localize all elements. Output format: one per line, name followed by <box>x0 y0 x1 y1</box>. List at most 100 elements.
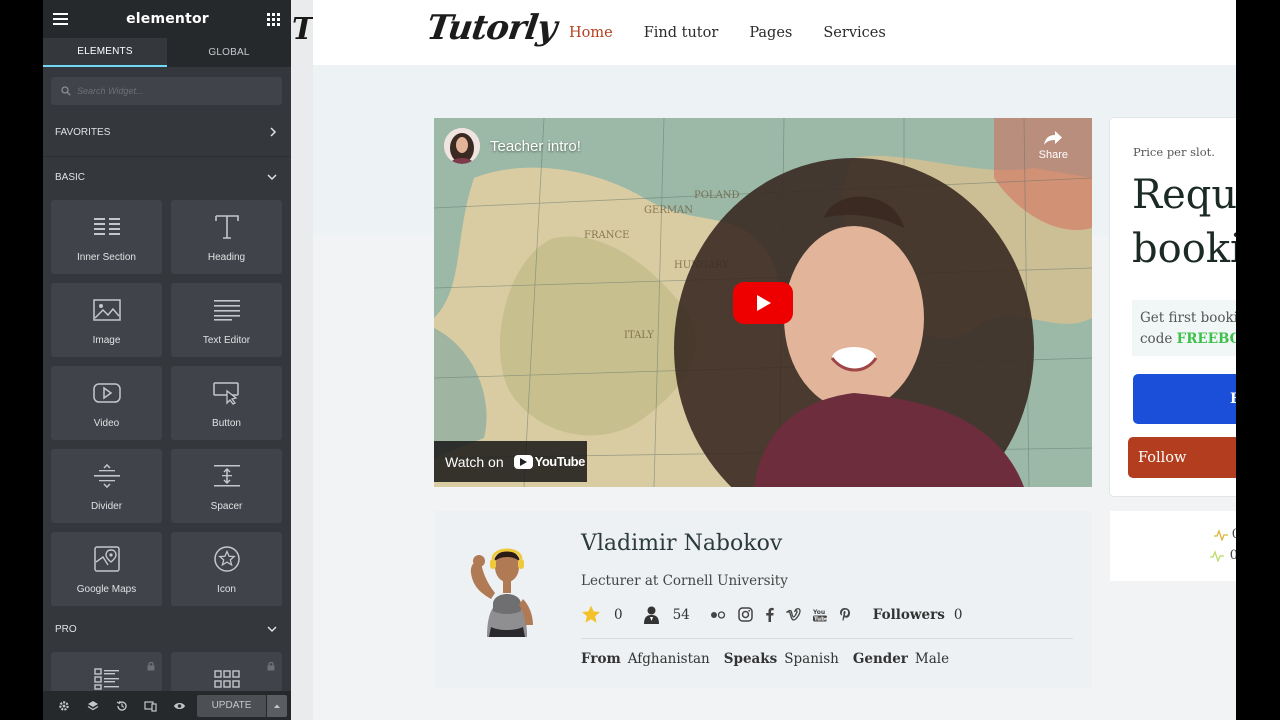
widget-label: Google Maps <box>76 584 137 595</box>
section-favorites[interactable]: FAVORITES <box>43 121 291 143</box>
logo-ghost: T <box>292 12 315 47</box>
widget-image[interactable]: Image <box>51 283 162 357</box>
apps-grid-icon[interactable] <box>266 12 280 26</box>
tutor-name[interactable]: Vladimir Nabokov <box>581 531 782 556</box>
video-icon <box>92 379 121 407</box>
preview-eye-icon[interactable] <box>165 691 194 720</box>
svg-text:ITALY: ITALY <box>624 330 654 341</box>
share-icon <box>1044 131 1063 145</box>
google-maps-icon <box>93 545 121 573</box>
nav-item-find-tutor[interactable]: Find tutor <box>644 25 719 41</box>
svg-text:Tube: Tube <box>814 616 827 622</box>
widget-label: Heading <box>207 252 246 263</box>
menu-icon[interactable] <box>53 13 68 25</box>
tab-global[interactable]: GLOBAL <box>167 38 291 67</box>
section-basic[interactable]: BASIC <box>43 166 291 188</box>
youtube-logo: YouTube <box>513 454 586 469</box>
youtube-icon <box>513 454 533 469</box>
pinterest-icon[interactable] <box>839 607 851 622</box>
svg-text:You: You <box>813 609 825 616</box>
section-pro[interactable]: PRO <box>43 618 291 640</box>
booking-title-line: booki <box>1132 226 1236 272</box>
layers-icon[interactable] <box>78 691 107 720</box>
nav-item-services[interactable]: Services <box>823 25 885 41</box>
posts-icon <box>93 665 121 692</box>
booking-title-line: Reque <box>1132 172 1236 218</box>
widget-spacer[interactable]: Spacer <box>171 449 282 523</box>
gender-label: Gender <box>852 651 908 667</box>
speaks-label: Speaks <box>723 651 778 667</box>
widget-pro-gallery[interactable] <box>171 652 282 692</box>
widget-pro-posts[interactable] <box>51 652 162 692</box>
profile-divider <box>581 638 1073 639</box>
play-button[interactable] <box>733 282 793 324</box>
tutor-stats: 0 54 You Tube Followers 0 <box>581 605 962 624</box>
watch-label: Watch on <box>445 453 504 470</box>
widget-google-maps[interactable]: Google Maps <box>51 532 162 606</box>
nav-item-home[interactable]: Home <box>569 25 613 41</box>
promo-text: Get first bookir <box>1140 310 1236 326</box>
book-button[interactable]: B <box>1133 374 1236 424</box>
image-icon <box>92 296 121 324</box>
site-logo[interactable]: Tutorly <box>424 8 558 48</box>
youtube-icon[interactable]: You Tube <box>812 608 827 622</box>
panel-title: elementor <box>126 11 209 27</box>
share-button[interactable]: Share <box>1039 130 1068 161</box>
chevron-down-icon <box>267 174 277 181</box>
vimeo-icon[interactable] <box>785 608 801 621</box>
widget-divider[interactable]: Divider <box>51 449 162 523</box>
speaks-value: Spanish <box>784 651 839 667</box>
widget-text-editor[interactable]: Text Editor <box>171 283 282 357</box>
settings-icon[interactable] <box>49 691 78 720</box>
svg-text:GERMAN: GERMAN <box>644 205 693 216</box>
nav-item-pages[interactable]: Pages <box>749 25 792 41</box>
widget-icon[interactable]: Icon <box>171 532 282 606</box>
widget-label: Text Editor <box>202 335 251 346</box>
search-input[interactable] <box>77 86 257 96</box>
star-icon <box>582 605 600 623</box>
play-icon <box>757 295 771 311</box>
widget-video[interactable]: Video <box>51 366 162 440</box>
widget-label: Video <box>93 418 120 429</box>
flickr-icon[interactable] <box>710 610 726 619</box>
widget-inner-section[interactable]: Inner Section <box>51 200 162 274</box>
lock-icon <box>146 658 156 671</box>
promo-prefix: code <box>1140 331 1177 347</box>
update-button[interactable]: UPDATE <box>197 694 266 717</box>
responsive-icon[interactable] <box>136 691 165 720</box>
activity-icon <box>1209 549 1224 562</box>
widget-button[interactable]: Button <box>171 366 282 440</box>
widget-label: Spacer <box>210 501 243 512</box>
youtube-wordmark: YouTube <box>534 454 586 469</box>
heading-icon <box>213 213 241 241</box>
history-icon[interactable] <box>107 691 136 720</box>
widget-heading[interactable]: Heading <box>171 200 282 274</box>
widget-search[interactable] <box>51 77 282 105</box>
gender-value: Male <box>914 651 950 667</box>
section-label: FAVORITES <box>55 126 111 138</box>
side-stats-card: 0 0 <box>1110 511 1236 581</box>
tab-elements[interactable]: ELEMENTS <box>43 38 167 67</box>
stat-row: 0 <box>1213 527 1236 542</box>
text-editor-icon <box>213 296 241 324</box>
video-embed[interactable]: FRANCEGERMANHUNGARYPOLANDITALY Teacher i… <box>434 118 1092 487</box>
panel-header: elementor <box>43 0 291 38</box>
followers-label: Followers <box>872 606 945 623</box>
follow-button[interactable]: Follow <box>1128 437 1236 478</box>
chevron-down-icon <box>267 626 277 633</box>
tutor-photo[interactable] <box>463 533 551 637</box>
facebook-icon[interactable] <box>765 607 774 622</box>
video-title[interactable]: Teacher intro! <box>490 138 581 155</box>
promo-box: Get first bookir code FREEBOO <box>1132 300 1236 356</box>
from-label: From <box>581 651 621 667</box>
from-value: Afghanistan <box>627 651 710 667</box>
caret-up-icon[interactable] <box>267 694 287 717</box>
main-nav: Home Find tutor Pages Services <box>569 0 917 65</box>
booking-card: Price per slot. Reque booki Get first bo… <box>1109 117 1236 497</box>
lock-icon <box>266 658 276 671</box>
section-label: BASIC <box>55 171 86 183</box>
channel-avatar[interactable] <box>444 128 480 164</box>
instagram-icon[interactable] <box>738 607 753 622</box>
watch-on-youtube[interactable]: Watch on YouTube <box>434 441 587 482</box>
widget-label: Icon <box>217 584 236 595</box>
